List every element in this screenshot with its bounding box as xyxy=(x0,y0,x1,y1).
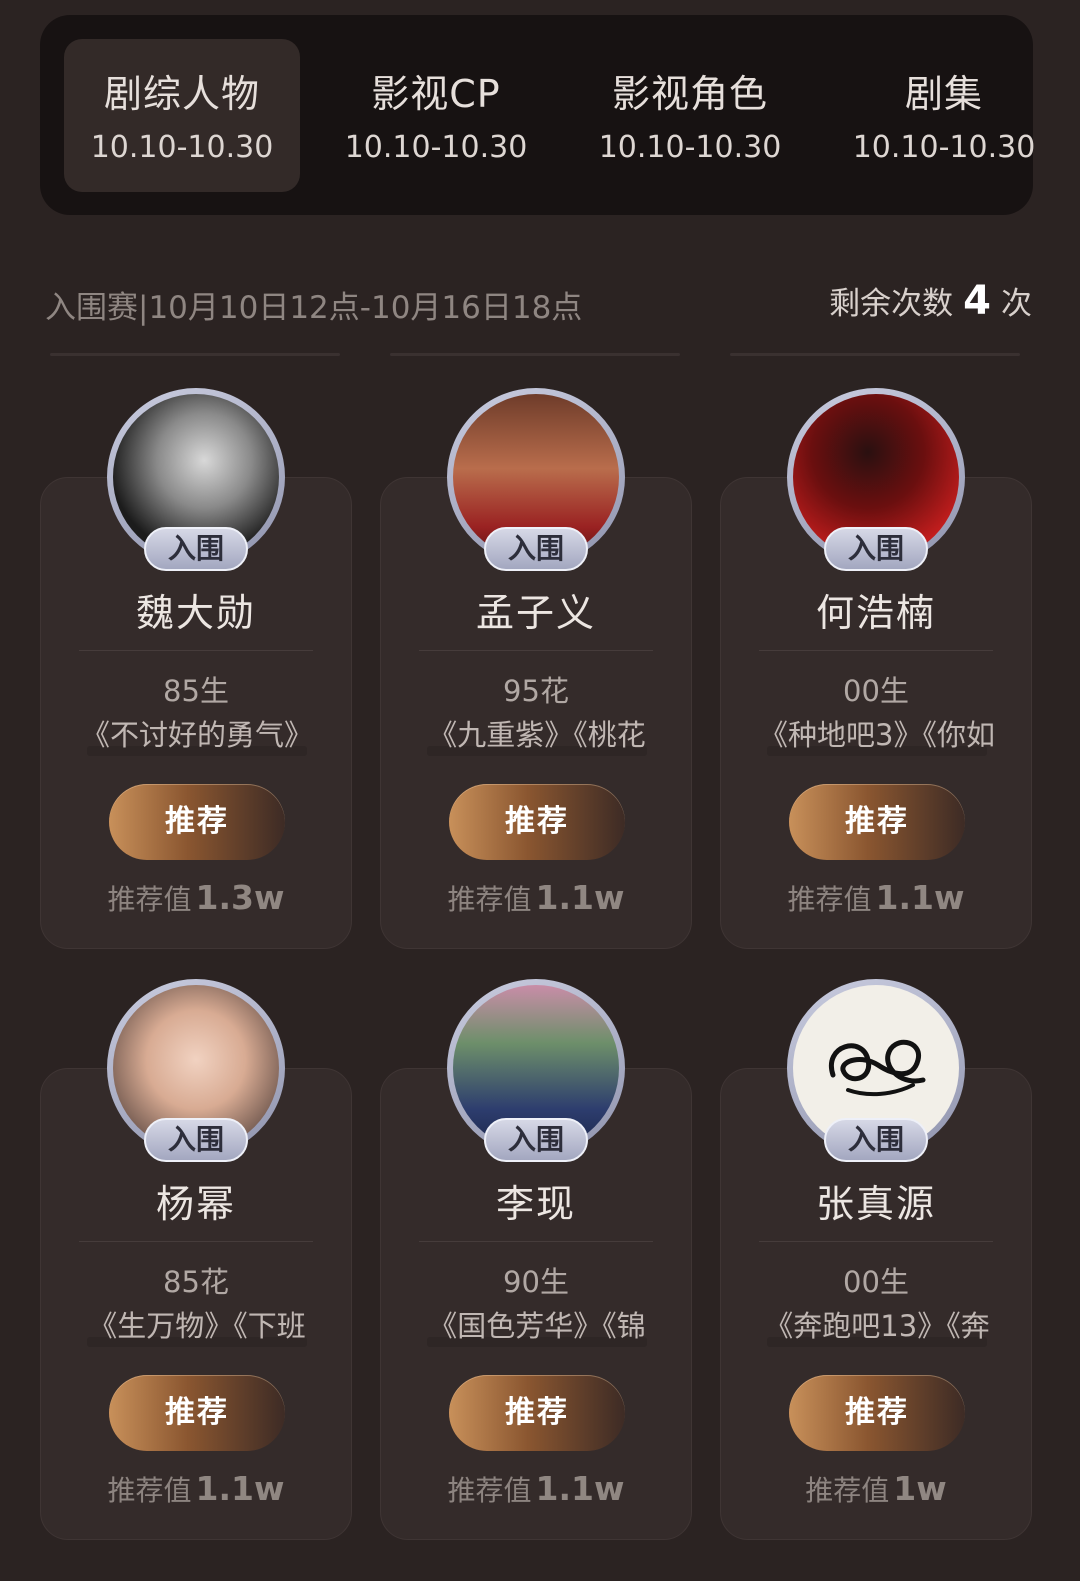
recommend-score: 推荐值 1w xyxy=(721,1469,1031,1509)
qualified-badge: 入围 xyxy=(824,527,928,571)
divider xyxy=(759,1241,993,1242)
candidate-name: 魏大勋 xyxy=(135,591,256,635)
candidate-works: 《九重紫》《桃花 xyxy=(428,718,646,752)
recommend-button[interactable]: 推荐 xyxy=(789,1375,965,1451)
score-value: 1.1w xyxy=(875,878,965,917)
candidate-name: 张真源 xyxy=(815,1182,936,1226)
remaining-count: 4 xyxy=(963,278,991,324)
candidate-tag: 85生 xyxy=(163,674,229,708)
tab-title: 剧集 xyxy=(904,72,983,116)
candidate-works: 《不讨好的勇气》 xyxy=(80,718,313,752)
remaining-votes: 剩余次数 4 次 xyxy=(829,278,1032,324)
score-label: 推荐值 xyxy=(805,1474,890,1507)
tab-title: 剧综人物 xyxy=(103,72,260,116)
qualified-badge: 入围 xyxy=(484,1118,588,1162)
score-value: 1.1w xyxy=(535,878,625,917)
recommend-score: 推荐值 1.1w xyxy=(381,878,691,918)
candidate-tag: 90生 xyxy=(503,1265,569,1299)
candidate-works: 《种地吧3》《你如 xyxy=(759,718,995,752)
candidate-tag: 95花 xyxy=(503,674,569,708)
qualified-badge: 入围 xyxy=(824,1118,928,1162)
divider xyxy=(730,353,1020,356)
score-label: 推荐值 xyxy=(447,883,532,916)
tab-film-cp[interactable]: 影视CP 10.10-10.30 xyxy=(318,39,554,192)
tab-film-role[interactable]: 影视角色 10.10-10.30 xyxy=(572,39,808,192)
candidate-works: 《生万物》《下班 xyxy=(88,1309,306,1343)
tab-series[interactable]: 剧集 10.10-10.30 xyxy=(826,39,1062,192)
recommend-score: 推荐值 1.1w xyxy=(721,878,1031,918)
tab-date: 10.10-10.30 xyxy=(598,130,782,165)
score-value: 1.1w xyxy=(195,1469,285,1508)
candidate-tag: 00生 xyxy=(843,674,909,708)
divider xyxy=(79,1241,313,1242)
tab-date: 10.10-10.30 xyxy=(90,130,274,165)
score-value: 1w xyxy=(893,1469,947,1508)
category-tab-bar: 剧综人物 10.10-10.30 影视CP 10.10-10.30 影视角色 1… xyxy=(40,15,1035,215)
score-value: 1.3w xyxy=(195,878,285,917)
candidate-tag: 85花 xyxy=(163,1265,229,1299)
tab-date: 10.10-10.30 xyxy=(344,130,528,165)
round-schedule: 入围赛|10月10日12点-10月16日18点 xyxy=(45,290,583,326)
candidate-tag: 00生 xyxy=(843,1265,909,1299)
qualified-badge: 入围 xyxy=(144,527,248,571)
divider xyxy=(759,650,993,651)
recommend-button[interactable]: 推荐 xyxy=(109,1375,285,1451)
qualified-badge: 入围 xyxy=(484,527,588,571)
recommend-button[interactable]: 推荐 xyxy=(449,1375,625,1451)
score-label: 推荐值 xyxy=(107,883,192,916)
recommend-button[interactable]: 推荐 xyxy=(449,784,625,860)
candidate-works: 《奔跑吧13》《奔 xyxy=(764,1309,990,1343)
candidate-name: 李现 xyxy=(495,1182,576,1226)
divider xyxy=(50,353,340,356)
score-label: 推荐值 xyxy=(787,883,872,916)
candidate-name: 何浩楠 xyxy=(815,591,936,635)
recommend-score: 推荐值 1.1w xyxy=(381,1469,691,1509)
divider xyxy=(390,353,680,356)
tab-title: 影视CP xyxy=(371,72,501,116)
divider xyxy=(79,650,313,651)
tab-title: 影视角色 xyxy=(611,72,768,116)
page: 剧综人物 10.10-10.30 影视CP 10.10-10.30 影视角色 1… xyxy=(0,0,1080,1581)
qualified-badge: 入围 xyxy=(144,1118,248,1162)
recommend-button[interactable]: 推荐 xyxy=(789,784,965,860)
remaining-label: 剩余次数 xyxy=(829,286,954,322)
tab-drama-variety-person[interactable]: 剧综人物 10.10-10.30 xyxy=(64,39,300,192)
score-value: 1.1w xyxy=(535,1469,625,1508)
round-info-row: 入围赛|10月10日12点-10月16日18点 剩余次数 4 次 xyxy=(45,278,1032,326)
divider xyxy=(419,1241,653,1242)
score-label: 推荐值 xyxy=(447,1474,532,1507)
score-label: 推荐值 xyxy=(107,1474,192,1507)
divider xyxy=(419,650,653,651)
recommend-score: 推荐值 1.3w xyxy=(41,878,351,918)
recommend-button[interactable]: 推荐 xyxy=(109,784,285,860)
candidate-name: 孟子义 xyxy=(475,591,596,635)
candidate-name: 杨幂 xyxy=(155,1182,236,1226)
tab-date: 10.10-10.30 xyxy=(852,130,1036,165)
remaining-unit: 次 xyxy=(1001,286,1032,322)
recommend-score: 推荐值 1.1w xyxy=(41,1469,351,1509)
candidate-works: 《国色芳华》《锦 xyxy=(428,1309,646,1343)
